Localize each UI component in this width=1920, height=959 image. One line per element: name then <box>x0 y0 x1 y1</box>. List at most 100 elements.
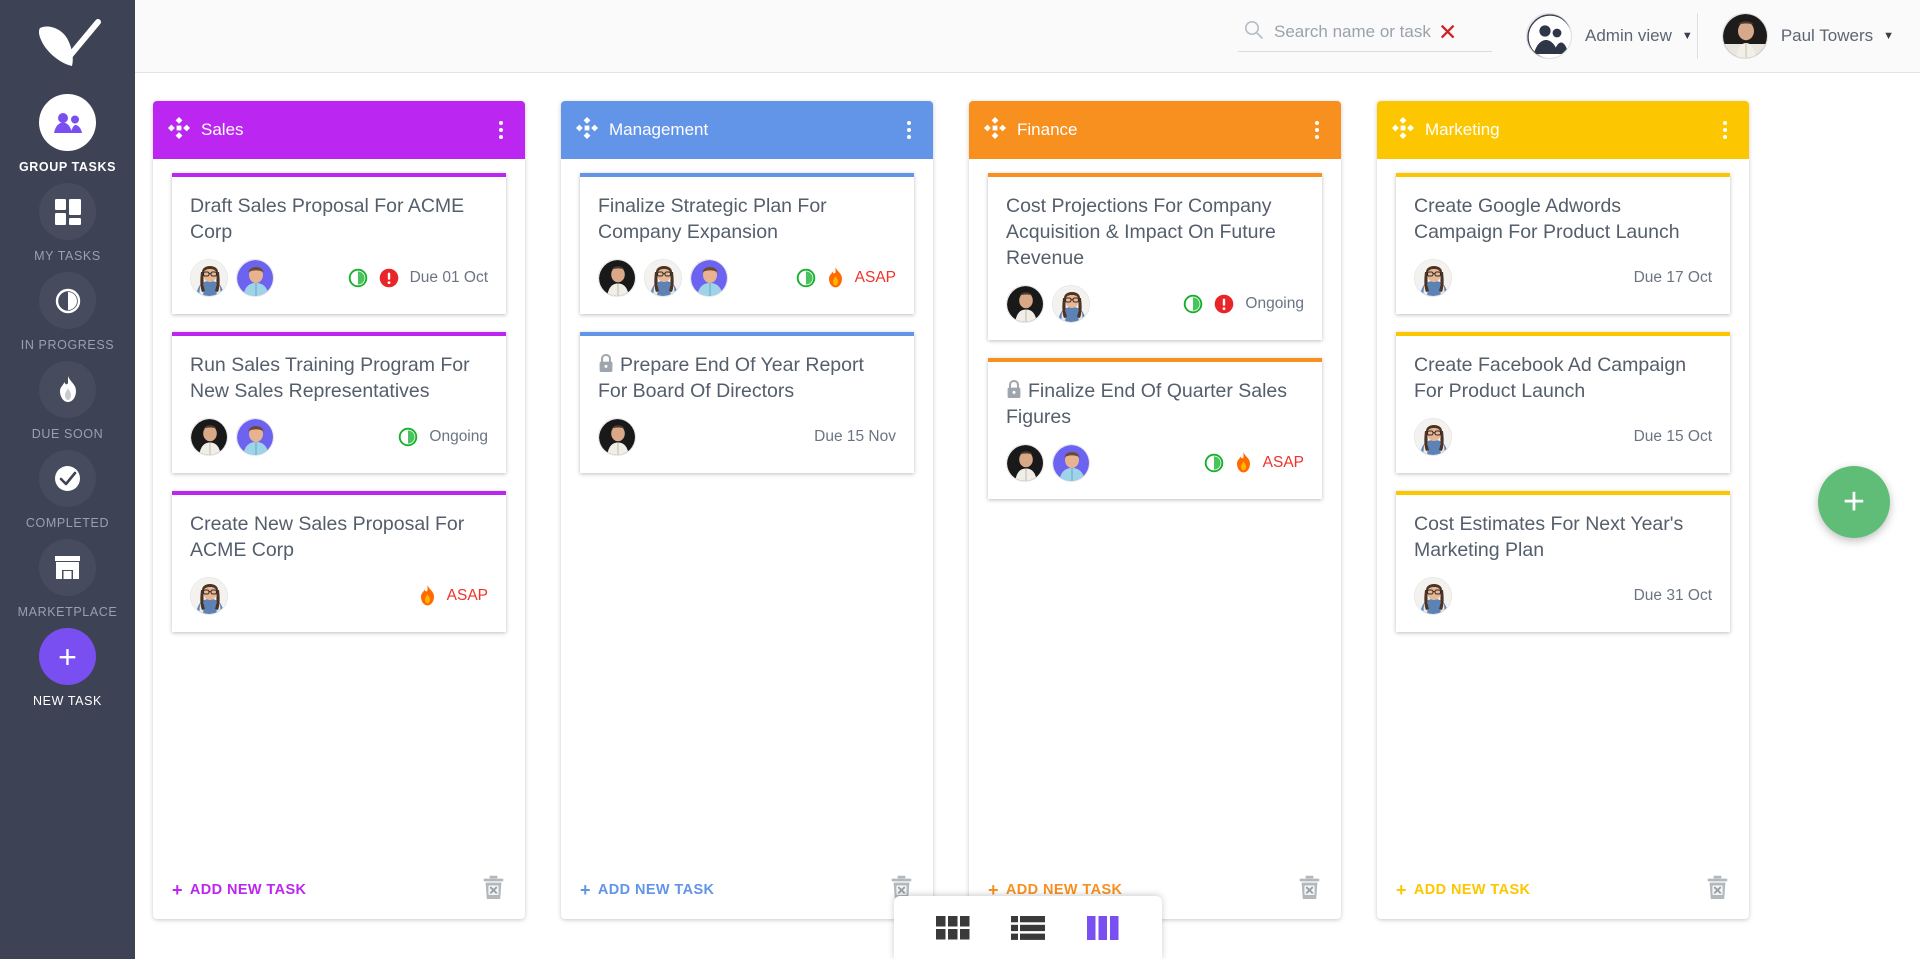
task-card[interactable]: Cost Projections For Company Acquisition… <box>988 173 1322 340</box>
grid-view-icon[interactable] <box>936 915 970 940</box>
admin-view-selector[interactable]: Admin view ▼ <box>1526 13 1693 59</box>
kebab-menu-icon[interactable] <box>1309 117 1325 143</box>
task-card[interactable]: Run Sales Training Program For New Sales… <box>172 331 506 473</box>
assignee-avatars[interactable] <box>1006 443 1098 482</box>
assignee-avatars[interactable] <box>598 258 736 297</box>
assignee-avatars[interactable] <box>1414 576 1460 615</box>
search-icon <box>1244 20 1263 44</box>
assignee-avatars[interactable] <box>1006 284 1098 323</box>
flame-icon <box>39 361 96 418</box>
task-card[interactable]: Finalize Strategic Plan For Company Expa… <box>580 173 914 314</box>
assignee-avatars[interactable] <box>190 576 236 615</box>
search-box[interactable]: ✕ <box>1238 20 1492 52</box>
woman-glasses-avatar <box>1414 417 1452 456</box>
brand-logo-icon[interactable] <box>32 14 104 76</box>
move-4way-icon[interactable] <box>576 116 598 144</box>
add-new-task-button[interactable]: + ADD NEW TASK <box>580 881 714 899</box>
column-cards: Cost Projections For Company Acquisition… <box>969 159 1341 861</box>
move-4way-icon[interactable] <box>168 116 190 144</box>
sidebar-item-completed[interactable]: COMPLETED <box>0 450 135 530</box>
sidebar: GROUP TASKS MY TASKS IN PROGRESS DUE SOO… <box>0 0 135 959</box>
assignee-avatars[interactable] <box>190 417 282 456</box>
plus-icon: + <box>172 880 183 900</box>
column-header: Management <box>561 101 933 159</box>
dashboard-grid-icon <box>39 183 96 240</box>
group-people-avatar <box>1526 13 1572 59</box>
task-card[interactable]: Prepare End Of Year Report For Board Of … <box>580 331 914 473</box>
trash-delete-icon[interactable] <box>1298 875 1321 905</box>
sidebar-item-group-tasks[interactable]: GROUP TASKS <box>0 94 135 174</box>
task-card-footer: Due 17 Oct <box>1396 250 1730 314</box>
task-card-footer: ASAP <box>172 568 506 632</box>
task-status-label: Due 15 Nov <box>814 427 896 445</box>
task-title: Create Facebook Ad Campaign For Product … <box>1414 353 1687 402</box>
task-meta: Due 01 Oct <box>348 268 488 288</box>
man-purple-avatar <box>1052 443 1090 482</box>
sidebar-nav: GROUP TASKS MY TASKS IN PROGRESS DUE SOO… <box>0 94 135 628</box>
task-status-label: Due 31 Oct <box>1633 586 1712 604</box>
task-card-footer: ASAP <box>988 435 1322 499</box>
sidebar-item-label-new-task: NEW TASK <box>33 694 102 708</box>
plus-icon: + <box>1396 880 1407 900</box>
task-meta: Due 15 Nov <box>814 428 896 446</box>
task-title: Finalize End Of Quarter Sales Figures <box>1006 379 1288 428</box>
sidebar-item-label: DUE SOON <box>31 427 104 441</box>
list-view-icon[interactable] <box>1011 915 1046 940</box>
board-column: Finance Cost Projections For Company Acq… <box>969 101 1341 919</box>
close-x-icon[interactable]: ✕ <box>1438 20 1457 44</box>
board-column: Marketing Create Google Adwords Campaign… <box>1377 101 1749 919</box>
column-view-icon[interactable] <box>1086 915 1119 940</box>
assignee-avatars[interactable] <box>1414 417 1460 456</box>
add-new-task-button[interactable]: + ADD NEW TASK <box>1396 881 1530 899</box>
assignee-avatars[interactable] <box>190 258 282 297</box>
task-card[interactable]: Draft Sales Proposal For ACME Corp Due 0… <box>172 173 506 314</box>
top-bar: ✕ Admin view ▼ <box>135 0 1920 73</box>
task-card-footer: ASAP <box>580 250 914 314</box>
task-title: Draft Sales Proposal For ACME Corp <box>190 195 465 243</box>
assignee-avatars[interactable] <box>598 417 644 456</box>
task-status-label: Due 01 Oct <box>409 268 488 286</box>
task-card[interactable]: Cost Estimates For Next Year's Marketing… <box>1396 490 1730 632</box>
task-card[interactable]: Finalize End Of Quarter Sales Figures AS… <box>988 357 1322 499</box>
sidebar-item-new-task[interactable]: + NEW TASK <box>0 628 135 708</box>
in-progress-icon <box>398 427 418 447</box>
column-header: Marketing <box>1377 101 1749 159</box>
lock-icon <box>599 353 613 372</box>
assignee-avatars[interactable] <box>1414 258 1460 297</box>
kebab-menu-icon[interactable] <box>1717 117 1733 143</box>
task-title: Cost Estimates For Next Year's Marketing… <box>1414 512 1684 561</box>
admin-view-label: Admin view <box>1585 26 1672 45</box>
man-dark-avatar <box>190 417 228 456</box>
kebab-menu-icon[interactable] <box>493 117 509 143</box>
trash-delete-icon[interactable] <box>1706 875 1729 905</box>
woman-glasses-avatar <box>190 258 228 297</box>
task-card-footer: Due 15 Oct <box>1396 409 1730 473</box>
column-footer: + ADD NEW TASK <box>561 861 933 919</box>
column-footer: + ADD NEW TASK <box>153 861 525 919</box>
task-status-label: Ongoing <box>429 427 488 445</box>
board-column: Management Finalize Strategic Plan For C… <box>561 101 933 919</box>
user-menu[interactable]: Paul Towers ▼ <box>1721 13 1894 59</box>
task-card[interactable]: Create Facebook Ad Campaign For Product … <box>1396 331 1730 473</box>
move-4way-icon[interactable] <box>1392 116 1414 144</box>
kebab-menu-icon[interactable] <box>901 117 917 143</box>
task-card[interactable]: Create Google Adwords Campaign For Produ… <box>1396 173 1730 314</box>
move-4way-icon[interactable] <box>984 116 1006 144</box>
sidebar-item-due-soon[interactable]: DUE SOON <box>0 361 135 441</box>
task-card[interactable]: Create New Sales Proposal For ACME Corp … <box>172 490 506 632</box>
trash-delete-icon[interactable] <box>482 875 505 905</box>
view-switcher <box>893 896 1162 959</box>
man-dark-avatar <box>1006 284 1044 323</box>
task-status-label: ASAP <box>446 586 488 604</box>
plus-icon: + <box>580 880 591 900</box>
man-dark-avatar <box>1006 443 1044 482</box>
sidebar-item-marketplace[interactable]: MARKETPLACE <box>0 539 135 619</box>
add-floating-button[interactable]: + <box>1818 466 1890 538</box>
sidebar-item-my-tasks[interactable]: MY TASKS <box>0 183 135 263</box>
sidebar-item-in-progress[interactable]: IN PROGRESS <box>0 272 135 352</box>
search-input[interactable] <box>1274 22 1434 42</box>
task-meta: ASAP <box>419 585 488 606</box>
sidebar-item-label: MY TASKS <box>34 249 101 263</box>
task-meta: Ongoing <box>398 427 488 447</box>
add-new-task-button[interactable]: + ADD NEW TASK <box>172 881 306 899</box>
